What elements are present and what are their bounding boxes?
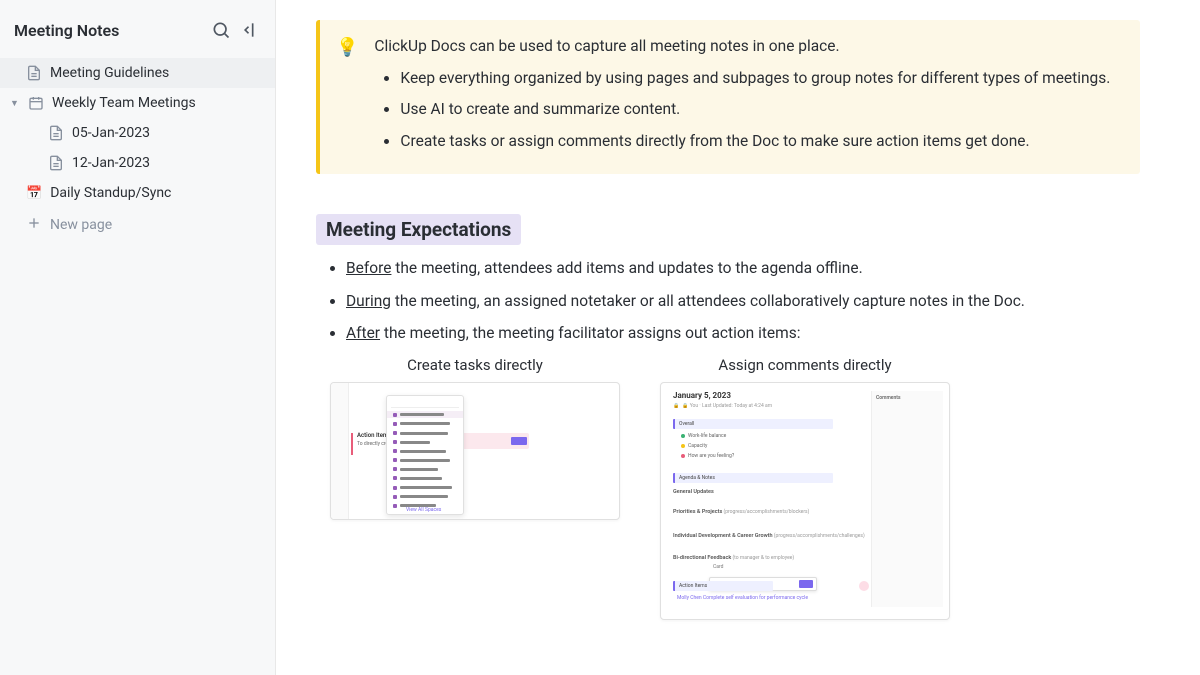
columns: Create tasks directly Action Items To di…: [306, 356, 1140, 620]
expectation-item: Before the meeting, attendees add items …: [346, 255, 1140, 281]
expectation-prefix: During: [346, 292, 391, 310]
sidebar-item-05-jan-2023[interactable]: 05-Jan-2023: [0, 118, 275, 148]
sidebar-nav: Meeting Guidelines ▼ Weekly Team Meeting…: [0, 58, 275, 675]
sidebar-header: Meeting Notes: [0, 0, 275, 58]
spaces-dropdown: [386, 395, 464, 515]
sidebar-header-actions: [211, 20, 261, 40]
chevron-down-icon[interactable]: ▼: [10, 98, 20, 109]
doc-icon: [48, 125, 64, 141]
header-dev: Individual Development & Career Growth (…: [673, 533, 865, 539]
thumb-meta: 🔒🔒 You · Last Updated: Today at 4:24 am: [673, 403, 772, 409]
sidebar-item-weekly-team-meetings[interactable]: ▼ Weekly Team Meetings: [0, 88, 275, 118]
assignee-avatar: [859, 581, 869, 591]
comments-panel: Comments: [871, 391, 943, 607]
header-general: General Updates: [673, 489, 714, 495]
expectation-text: the meeting, an assigned notetaker or al…: [391, 292, 1025, 310]
callout-intro: ClickUp Docs can be used to capture all …: [374, 34, 1120, 60]
lightbulb-icon: 💡: [336, 34, 358, 160]
plus-icon: [26, 215, 42, 235]
collapse-sidebar-icon[interactable]: [241, 20, 261, 40]
section-overall: Overall: [673, 419, 833, 429]
sidebar-item-label: Weekly Team Meetings: [52, 95, 196, 111]
expectations-list: Before the meeting, attendees add items …: [306, 255, 1140, 346]
expectation-text: the meeting, the meeting facilitator ass…: [380, 324, 800, 342]
document-content[interactable]: 💡 ClickUp Docs can be used to capture al…: [276, 0, 1200, 675]
thumbnail-create-tasks[interactable]: Action Items To directly create: [330, 382, 620, 520]
search-icon[interactable]: [211, 20, 231, 40]
expectation-prefix: After: [346, 324, 380, 342]
thumbnail-assign-comments[interactable]: January 5, 2023 🔒🔒 You · Last Updated: T…: [660, 382, 950, 620]
sidebar-title: Meeting Notes: [14, 21, 119, 40]
new-page-label: New page: [50, 217, 112, 233]
sidebar-item-label: 12-Jan-2023: [72, 155, 150, 171]
column-title: Assign comments directly: [718, 356, 891, 374]
sidebar-item-label: Meeting Guidelines: [50, 65, 169, 81]
callout-bullet: Create tasks or assign comments directly…: [400, 129, 1120, 155]
sidebar-item-label: Daily Standup/Sync: [50, 185, 171, 201]
column-title: Create tasks directly: [407, 356, 543, 374]
section-heading-expectations[interactable]: Meeting Expectations: [316, 214, 521, 245]
expectation-item: After the meeting, the meeting facilitat…: [346, 320, 1140, 346]
card-label: Card: [713, 564, 723, 570]
callout-bullet: Use AI to create and summarize content.: [400, 97, 1120, 123]
callout-bullet: Keep everything organized by using pages…: [400, 66, 1120, 92]
sidebar-item-label: 05-Jan-2023: [72, 125, 150, 141]
calendar-emoji-icon: 📅: [26, 186, 42, 201]
section-action: Action Items: [673, 581, 773, 591]
sidebar-item-daily-standup[interactable]: 📅 Daily Standup/Sync: [0, 178, 275, 208]
thumb-date: January 5, 2023: [673, 391, 731, 400]
column-assign-comments: Assign comments directly January 5, 2023…: [660, 356, 950, 620]
expectation-text: the meeting, attendees add items and upd…: [391, 259, 862, 277]
sidebar-item-meeting-guidelines[interactable]: Meeting Guidelines: [0, 58, 275, 88]
callout-content: ClickUp Docs can be used to capture all …: [374, 34, 1120, 160]
callout-block[interactable]: 💡 ClickUp Docs can be used to capture al…: [316, 20, 1140, 174]
lock-icon: 🔒: [673, 403, 679, 409]
expectation-item: During the meeting, an assigned notetake…: [346, 288, 1140, 314]
calendar-icon: [28, 95, 44, 111]
assignee-text: Molly Chen Complete self evaluation for …: [677, 595, 808, 601]
expectation-prefix: Before: [346, 259, 391, 277]
header-feedback: Bi-directional Feedback (to manager & to…: [673, 555, 794, 561]
column-create-tasks: Create tasks directly Action Items To di…: [330, 356, 620, 620]
doc-icon: [26, 65, 42, 81]
thumb-footer: View All Spaces: [406, 507, 441, 513]
section-agenda: Agenda & Notes: [673, 473, 833, 483]
header-priorities: Priorities & Projects (progress/accompli…: [673, 509, 809, 515]
new-page-button[interactable]: New page: [0, 208, 275, 242]
doc-icon: [48, 155, 64, 171]
sidebar-item-12-jan-2023[interactable]: 12-Jan-2023: [0, 148, 275, 178]
sidebar: Meeting Notes Meeting Guidelines ▼ Weekl…: [0, 0, 276, 675]
